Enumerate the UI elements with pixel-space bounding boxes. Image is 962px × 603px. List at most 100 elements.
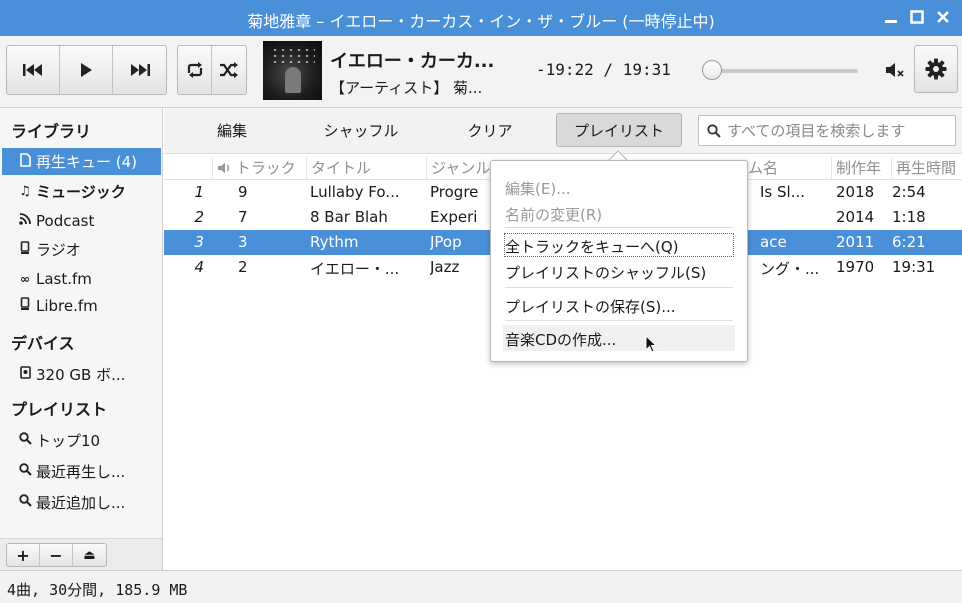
add-playlist-button[interactable]: + (7, 544, 40, 566)
track-album: Is Sl... (760, 183, 805, 201)
minimize-button[interactable] (880, 6, 902, 28)
menu-item-queue-all[interactable]: 全トラックをキューへ(Q) (505, 236, 679, 257)
sidebar-item-podcast[interactable]: Podcast (2, 207, 161, 234)
sidebar-item-play-queue[interactable]: 再生キュー (4) (2, 148, 161, 175)
sidebar-item-label: Last.fm (36, 269, 92, 288)
sidebar-item-radio[interactable]: ラジオ (2, 236, 161, 263)
track-length: 6:21 (892, 233, 926, 251)
track-year: 2011 (836, 233, 875, 251)
now-playing-artist: 【アーティスト】 菊... (330, 79, 483, 97)
playlist-menu: 編集(E)... 名前の変更(R) 全トラックをキューへ(Q) プレイリストのシ… (490, 160, 748, 362)
maximize-button[interactable] (906, 6, 928, 28)
menu-item-rename[interactable]: 名前の変更(R) (505, 204, 602, 225)
track-album: ace (760, 233, 787, 251)
shuffle-icon (220, 62, 238, 78)
skip-next-icon (130, 64, 150, 76)
track-number: 2 (238, 258, 248, 276)
queue-toolbar: 編集 シャッフル クリア プレイリスト すべての項目を検索します (164, 108, 962, 154)
shuffle-queue-button[interactable]: シャッフル (312, 113, 410, 147)
sidebar-item-librefm[interactable]: Libre.fm (2, 292, 161, 319)
column-track[interactable]: トラック (212, 157, 296, 179)
track-title: イエロー・... (310, 260, 400, 278)
search-placeholder: すべての項目を検索します (727, 122, 906, 140)
track-genre: Experi (430, 208, 478, 226)
search-icon (707, 123, 721, 138)
volume-muted-icon (886, 63, 904, 77)
track-genre: JPop (430, 233, 462, 251)
menu-item-shuffle-playlist[interactable]: プレイリストのシャッフル(S) (505, 262, 706, 283)
sidebar-footer: + − ⏏ (0, 538, 162, 570)
clear-button[interactable]: クリア (456, 113, 524, 147)
row-number: 3 (194, 233, 204, 251)
previous-track-button[interactable] (7, 46, 60, 94)
sidebar-item-recently-played[interactable]: 最近再生し... (2, 458, 161, 485)
sidebar-item-label: ミュージック (36, 183, 126, 201)
sidebar-footer-buttons: + − ⏏ (6, 543, 107, 567)
column-year[interactable]: 制作年 (831, 157, 881, 179)
menu-item-burn-cd[interactable]: 音楽CDの作成... (505, 329, 616, 350)
menu-item-save-playlist[interactable]: プレイリストの保存(S)... (505, 296, 676, 317)
play-button[interactable] (60, 46, 113, 94)
playback-mode-controls (177, 45, 247, 95)
close-button[interactable] (932, 6, 954, 28)
file-icon (16, 152, 34, 171)
column-genre[interactable]: ジャンル (426, 157, 490, 179)
track-title: 8 Bar Blah (310, 208, 388, 226)
search-icon (16, 494, 34, 511)
repeat-button[interactable] (178, 46, 212, 94)
edit-button[interactable]: 編集 (200, 113, 264, 147)
seek-slider-handle[interactable] (702, 60, 722, 80)
track-number: 7 (238, 208, 248, 226)
track-year: 2014 (836, 208, 875, 226)
shuffle-button[interactable] (212, 46, 246, 94)
eject-button[interactable]: ⏏ (73, 544, 106, 566)
sidebar-item-label: Libre.fm (36, 296, 98, 315)
sidebar-item-label: ラジオ (36, 241, 81, 259)
track-title: Lullaby Fo... (310, 183, 400, 201)
sidebar-item-label: Podcast (36, 211, 95, 230)
track-number: 3 (238, 233, 248, 251)
volume-button[interactable] (884, 60, 906, 80)
settings-button[interactable] (914, 45, 958, 93)
sidebar-item-music[interactable]: ♫ ミュージック (2, 178, 161, 205)
sidebar-item-label: 320 GB ボ... (36, 366, 126, 384)
column-title[interactable]: タイトル (306, 157, 371, 179)
album-art[interactable] (263, 41, 322, 100)
devices-section-header: デバイス (11, 334, 75, 353)
next-track-button[interactable] (113, 46, 166, 94)
search-field[interactable]: すべての項目を検索します (698, 115, 956, 146)
menu-separator (505, 287, 733, 288)
sidebar-item-label: 最近再生し... (36, 463, 126, 481)
skip-previous-icon (23, 64, 42, 76)
speaker-icon (218, 163, 229, 173)
seek-slider[interactable] (712, 69, 858, 73)
menu-item-edit[interactable]: 編集(E)... (505, 178, 571, 199)
radio-icon (16, 240, 34, 259)
track-year: 2018 (836, 183, 875, 201)
track-album: ング・... (760, 260, 820, 278)
row-number: 2 (194, 208, 204, 226)
column-length[interactable]: 再生時間 (891, 157, 956, 179)
lastfm-icon: ∞ (20, 271, 30, 286)
track-year: 1970 (836, 258, 875, 276)
remove-playlist-button[interactable]: − (40, 544, 73, 566)
track-length: 1:18 (892, 208, 926, 226)
menu-separator (505, 320, 733, 321)
sidebar-item-lastfm[interactable]: ∞ Last.fm (2, 265, 161, 292)
gear-icon (925, 58, 947, 80)
radio-icon (16, 296, 34, 315)
sidebar-item-top10[interactable]: トップ10 (2, 427, 161, 454)
sidebar-item-device[interactable]: 320 GB ボ... (2, 361, 161, 388)
minimize-icon (885, 20, 897, 23)
column-album[interactable]: ム名 (744, 157, 778, 179)
play-icon (81, 63, 92, 77)
sidebar-item-label: 最近追加し... (36, 494, 126, 512)
track-length: 2:54 (892, 183, 926, 201)
playlist-button[interactable]: プレイリスト (556, 113, 682, 147)
sidebar-item-recently-added[interactable]: 最近追加し... (2, 489, 161, 516)
transport-controls (6, 45, 167, 95)
playback-time: -19:22 / 19:31 (536, 60, 671, 79)
track-genre: Progre (430, 183, 479, 201)
rss-icon (16, 212, 34, 229)
menu-separator (505, 227, 733, 228)
